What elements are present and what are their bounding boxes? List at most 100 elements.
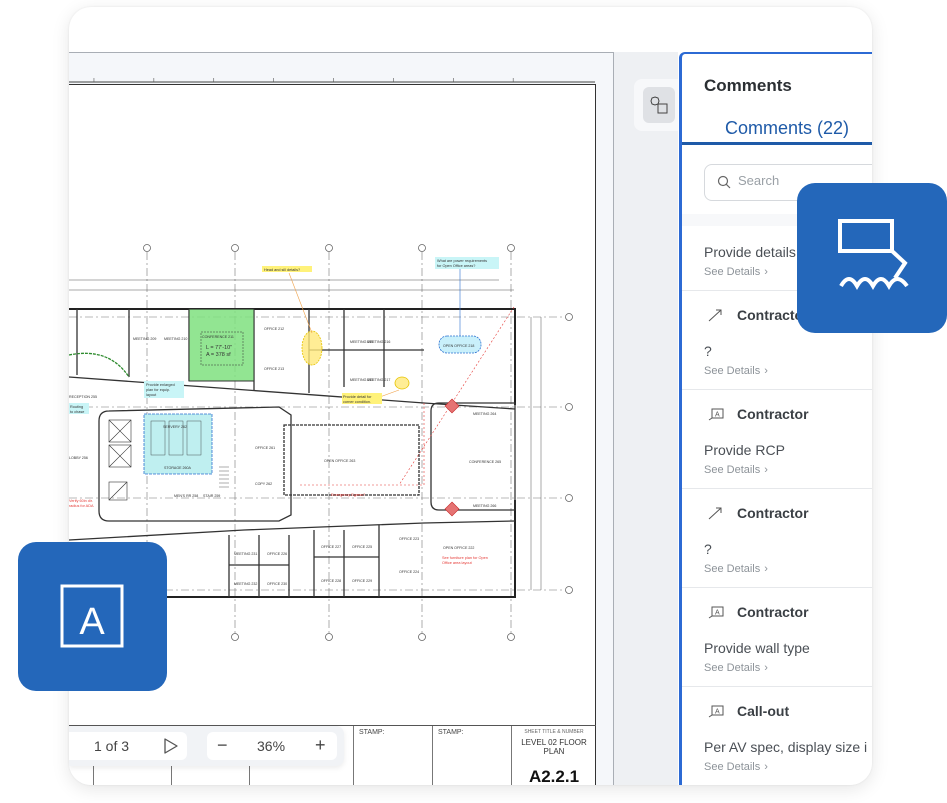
callout-markup-icon: A xyxy=(708,606,724,619)
zoom-level[interactable]: 36% xyxy=(257,738,285,754)
chevron-right-icon: › xyxy=(764,563,768,575)
svg-text:OPEN OFFICE 263: OPEN OFFICE 263 xyxy=(324,459,355,463)
see-details-link[interactable]: See Details › xyxy=(704,662,872,686)
comments-heading: Comments xyxy=(704,76,792,95)
svg-text:Office area layout: Office area layout xyxy=(442,561,473,565)
zoom-control: − 36% + xyxy=(207,732,337,760)
svg-text:MEETING 209: MEETING 209 xyxy=(133,337,156,341)
app-window: MEETING 209 MEETING 210 CONFERENCE 211 OFF… xyxy=(69,7,872,785)
svg-text:OFFICE 230: OFFICE 230 xyxy=(267,582,287,586)
comment-item[interactable]: A Call-out Per AV spec, display size i S… xyxy=(682,687,872,785)
svg-text:OFFICE 213: OFFICE 213 xyxy=(264,367,284,371)
svg-text:MEETING 216: MEETING 216 xyxy=(367,340,390,344)
chevron-right-icon: › xyxy=(764,761,768,773)
callout-markup-icon: A xyxy=(708,705,724,718)
tab-comments[interactable]: Comments (22) xyxy=(682,112,872,145)
stamp-label: STAMP: xyxy=(438,729,464,736)
svg-text:STORAGE 260A: STORAGE 260A xyxy=(164,466,192,470)
sheet-title-label: SHEET TITLE & NUMBER xyxy=(524,729,584,735)
text-box-icon: A xyxy=(60,584,124,648)
sheet-title-cell: SHEET TITLE & NUMBER LEVEL 02 FLOOR PLAN… xyxy=(511,726,596,785)
stamp-label: STAMP: xyxy=(359,729,385,736)
comment-item[interactable]: Contractor ? See Details › xyxy=(682,489,872,588)
page-navigation-bar: 1 of 3 − 36% + xyxy=(69,726,344,766)
comments-panel: Comments Comments (22) Provide details S… xyxy=(679,52,872,785)
svg-text:A: A xyxy=(79,601,105,643)
comment-author: Contractor xyxy=(737,604,809,620)
svg-text:A = 378 sf: A = 378 sf xyxy=(206,352,231,358)
svg-text:OFFICE 226: OFFICE 226 xyxy=(267,552,287,556)
svg-text:OFFICE 223: OFFICE 223 xyxy=(399,537,419,541)
svg-text:OPEN OFFICE 218: OPEN OFFICE 218 xyxy=(443,344,474,348)
svg-text:OFFICE 212: OFFICE 212 xyxy=(264,327,284,331)
comment-item[interactable]: A Contractor Provide wall type See Detai… xyxy=(682,588,872,687)
svg-text:LOBBY 256: LOBBY 256 xyxy=(69,456,88,460)
svg-text:Provide detail for: Provide detail for xyxy=(343,395,372,399)
comment-text: ? xyxy=(704,343,712,359)
svg-text:Provide enlarged: Provide enlarged xyxy=(146,383,175,387)
svg-text:OFFICE 224: OFFICE 224 xyxy=(399,570,419,574)
svg-text:See furniture plan for Open: See furniture plan for Open xyxy=(442,556,488,560)
chevron-right-icon: › xyxy=(764,365,768,377)
arrow-markup-icon xyxy=(708,507,722,520)
comment-text: Per AV spec, display size i xyxy=(704,739,868,755)
comment-text: ? xyxy=(704,541,712,557)
zoom-in-button[interactable]: + xyxy=(315,735,326,756)
svg-text:MEETING 231: MEETING 231 xyxy=(234,552,257,556)
chevron-right-icon: › xyxy=(764,464,768,476)
pager: 1 of 3 xyxy=(69,732,187,760)
see-details-link[interactable]: See Details › xyxy=(704,563,872,587)
svg-text:corner condition.: corner condition. xyxy=(343,400,371,404)
svg-text:What are power requirements: What are power requirements xyxy=(437,259,487,263)
zoom-out-button[interactable]: − xyxy=(217,735,228,756)
tool-button-container xyxy=(634,79,678,131)
svg-text:RECEPTION 255: RECEPTION 255 xyxy=(69,395,97,399)
svg-text:to chase: to chase xyxy=(70,410,84,414)
svg-text:MEETING 217: MEETING 217 xyxy=(367,378,390,382)
svg-text:A: A xyxy=(715,709,720,716)
svg-text:MEETING 232: MEETING 232 xyxy=(234,582,257,586)
svg-text:L = 77'-10": L = 77'-10" xyxy=(206,345,232,351)
see-details-link[interactable]: See Details › xyxy=(704,761,872,785)
shapes-tool-button[interactable] xyxy=(643,87,675,123)
sheet-title: LEVEL 02 FLOOR PLAN xyxy=(521,738,587,756)
page-indicator[interactable]: 1 of 3 xyxy=(94,738,129,754)
svg-text:CONFERENCE 211: CONFERENCE 211 xyxy=(202,335,234,339)
svg-text:Verify 60in dir.: Verify 60in dir. xyxy=(69,499,93,503)
svg-text:MEETING 264: MEETING 264 xyxy=(473,412,496,416)
svg-text:Routing: Routing xyxy=(70,405,83,409)
svg-text:MEETING 266: MEETING 266 xyxy=(473,504,496,508)
sheet-number: A2.2.1 xyxy=(528,767,580,785)
chevron-right-icon: › xyxy=(764,266,768,278)
ruler xyxy=(69,77,596,83)
comment-author: Contractor xyxy=(737,406,809,422)
callout-markup-icon: A xyxy=(708,408,724,421)
cloud-callout-icon xyxy=(838,219,909,291)
next-page-icon[interactable] xyxy=(163,737,179,755)
svg-text:OFFICE 229: OFFICE 229 xyxy=(352,579,372,583)
svg-text:plan for equip.: plan for equip. xyxy=(146,388,170,392)
svg-text:MEN'S RR 258: MEN'S RR 258 xyxy=(174,494,198,498)
cloud-callout-tool-button[interactable] xyxy=(797,183,947,333)
svg-text:COPY 262: COPY 262 xyxy=(255,482,272,486)
tab-comments-label: Comments (22) xyxy=(725,118,850,138)
text-box-tool-button[interactable]: A xyxy=(18,542,167,691)
svg-text:layout: layout xyxy=(146,393,157,397)
comment-text: Provide RCP xyxy=(704,442,785,458)
svg-text:A: A xyxy=(715,610,720,617)
see-details-link[interactable]: See Details › xyxy=(704,464,872,488)
tool-strip xyxy=(614,52,678,785)
comment-author: Call-out xyxy=(737,703,790,719)
svg-text:radius for ADA: radius for ADA xyxy=(69,504,94,508)
svg-text:OFFICE 225: OFFICE 225 xyxy=(352,545,372,549)
shapes-icon xyxy=(650,96,668,114)
svg-text:STAIR 259: STAIR 259 xyxy=(203,494,220,498)
see-details-link[interactable]: See Details › xyxy=(704,365,872,389)
svg-text:OFFICE 261: OFFICE 261 xyxy=(255,446,275,450)
svg-text:OPEN OFFICE 222: OPEN OFFICE 222 xyxy=(443,546,474,550)
chevron-right-icon: › xyxy=(764,662,768,674)
svg-text:OFFICE 227: OFFICE 227 xyxy=(321,545,341,549)
comment-item[interactable]: A Contractor Provide RCP See Details › xyxy=(682,390,872,489)
svg-text:MEETING 210: MEETING 210 xyxy=(164,337,187,341)
svg-text:CONFERENCE 265: CONFERENCE 265 xyxy=(469,460,501,464)
